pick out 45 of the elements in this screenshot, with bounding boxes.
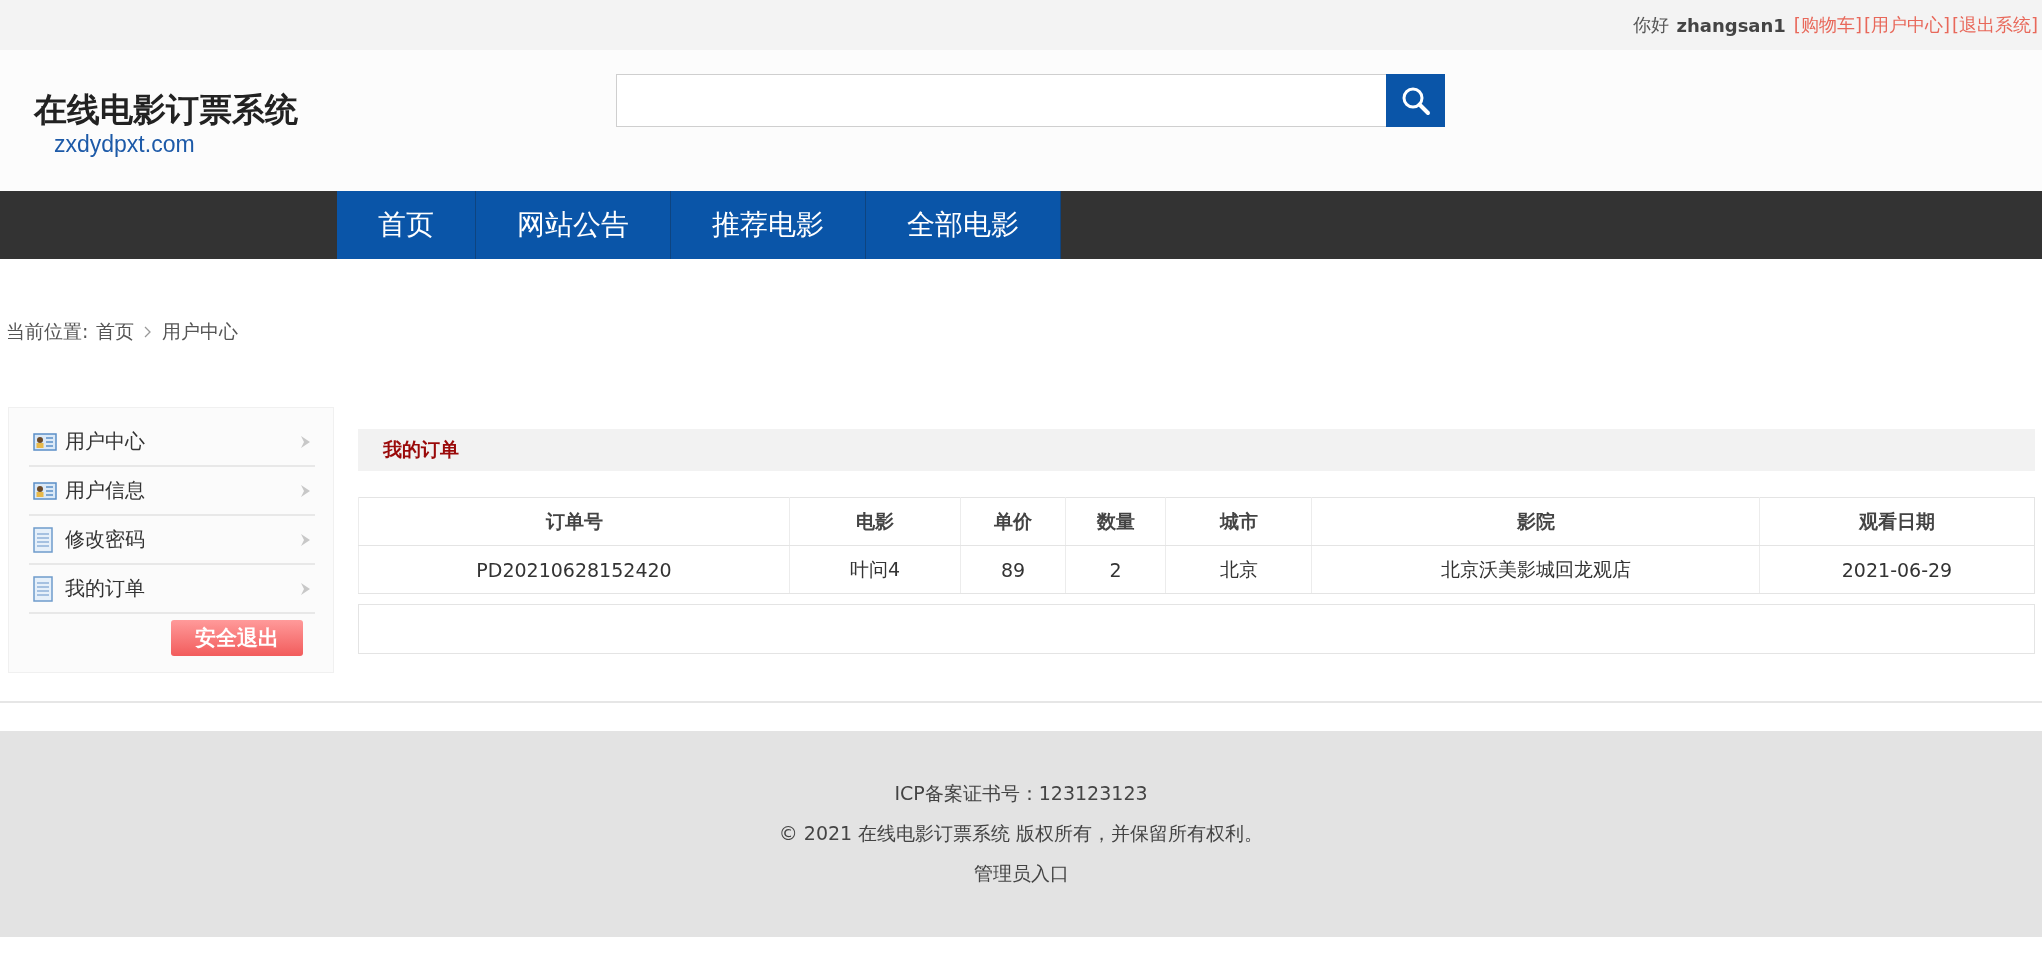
sidebar-item[interactable]: 用户中心 — [29, 418, 315, 467]
table-cell: 2021-06-29 — [1759, 545, 2035, 594]
document-icon — [33, 575, 53, 602]
search-icon — [1400, 85, 1431, 116]
nav-item[interactable]: 网站公告 — [476, 191, 671, 259]
chevron-icon — [144, 326, 153, 338]
arrow-icon — [299, 581, 311, 596]
table-cell: 北京 — [1165, 545, 1312, 594]
logo-title: 在线电影订票系统 — [32, 89, 299, 131]
column-header: 观看日期 — [1759, 497, 2035, 546]
section-title: 我的订单 — [383, 437, 459, 462]
greeting-text: 你好 — [1632, 13, 1669, 37]
column-header: 电影 — [789, 497, 961, 546]
table-cell: 2 — [1065, 545, 1166, 594]
sidebar-item[interactable]: 用户信息 — [29, 467, 315, 516]
search-field[interactable] — [616, 74, 1386, 127]
column-header: 城市 — [1165, 497, 1312, 546]
nav-item[interactable]: 首页 — [337, 191, 476, 259]
column-header: 订单号 — [358, 497, 790, 546]
arrow-icon — [299, 434, 311, 449]
nav-item[interactable]: 推荐电影 — [671, 191, 866, 259]
column-header: 单价 — [960, 497, 1066, 546]
breadcrumb-label: 当前位置: — [6, 319, 89, 344]
document-icon — [33, 526, 53, 553]
username: zhangsan1 — [1676, 14, 1786, 36]
table-cell: 叶问4 — [789, 545, 961, 594]
nav-item[interactable]: 全部电影 — [866, 191, 1061, 259]
sidebar-item[interactable]: 修改密码 — [29, 516, 315, 565]
table-cell: PD20210628152420 — [358, 545, 790, 594]
sidebar-item[interactable]: 我的订单 — [29, 565, 315, 614]
column-header: 影院 — [1311, 497, 1760, 546]
breadcrumb-link[interactable]: 首页 — [96, 319, 135, 345]
arrow-icon — [299, 532, 311, 547]
breadcrumb-link[interactable]: 用户中心 — [162, 319, 239, 345]
search-button[interactable] — [1386, 74, 1445, 127]
column-header: 数量 — [1065, 497, 1166, 546]
id-card-icon — [33, 431, 57, 452]
copyright-text: © 2021 在线电影订票系统 版权所有，并保留所有权利。 — [778, 821, 1264, 846]
arrow-icon — [299, 483, 311, 498]
admin-link[interactable]: 管理员入口 — [973, 861, 1069, 887]
table-cell: 北京沃美影城回龙观店 — [1311, 545, 1760, 594]
id-card-icon — [33, 480, 57, 501]
logo-domain: zxdydpxt.com — [54, 132, 195, 156]
table-cell: 89 — [960, 545, 1066, 594]
icp-text: ICP备案证书号：123123123 — [894, 781, 1148, 806]
